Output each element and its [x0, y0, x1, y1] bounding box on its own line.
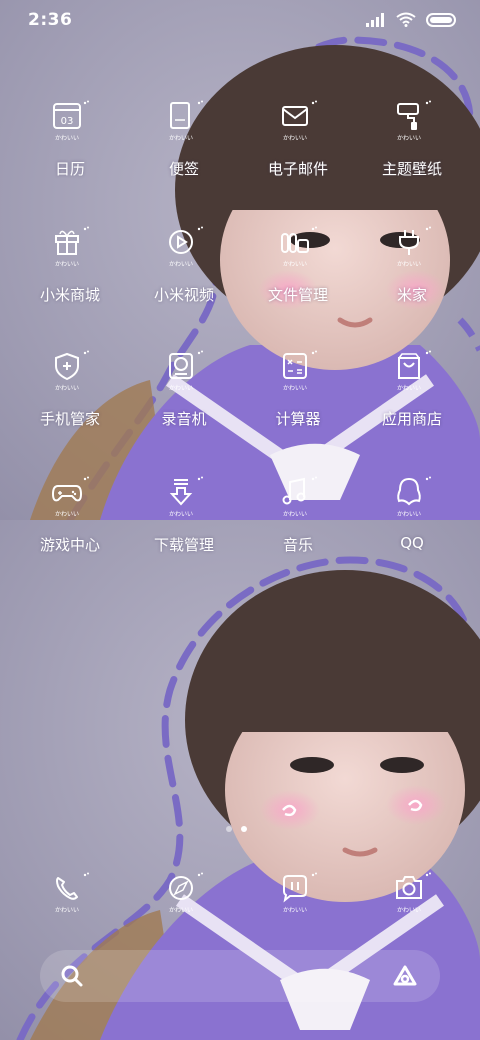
notes-icon: かわいい: [166, 100, 206, 144]
app-file-manager[interactable]: かわいい 文件管理: [238, 226, 358, 336]
app-email[interactable]: かわいい 电子邮件: [238, 100, 358, 210]
icon-badge-text: かわいい: [169, 135, 193, 142]
theme-brush-icon: かわいい: [394, 100, 434, 144]
recorder-icon: かわいい: [166, 350, 206, 394]
assistant-icon[interactable]: [392, 964, 418, 988]
app-app-store[interactable]: かわいい 应用商店: [352, 350, 472, 460]
icon-badge-text: かわいい: [55, 907, 79, 914]
icon-badge-text: かわいい: [283, 511, 307, 518]
icon-badge-text: かわいい: [169, 261, 193, 268]
icon-badge-text: かわいい: [169, 511, 193, 518]
icon-badge-text: かわいい: [397, 907, 421, 914]
app-label: 计算器: [275, 410, 321, 428]
app-theme[interactable]: かわいい 主题壁纸: [352, 100, 472, 210]
app-label: 米家: [396, 286, 427, 304]
phone-icon: かわいい: [55, 872, 89, 914]
status-time: 2:36: [28, 10, 73, 30]
calendar-date: 03: [61, 116, 74, 127]
icon-badge-text: かわいい: [397, 135, 421, 142]
camera-icon: かわいい: [396, 872, 431, 914]
icon-badge-text: かわいい: [55, 511, 79, 518]
icon-badge-text: かわいい: [283, 135, 307, 142]
icon-badge-text: かわいい: [397, 385, 421, 392]
dock-phone[interactable]: かわいい: [32, 872, 112, 932]
music-note-icon: かわいい: [280, 476, 320, 520]
dock-camera[interactable]: かわいい: [374, 872, 454, 932]
app-qq[interactable]: かわいい QQ: [352, 476, 472, 586]
shield-icon: かわいい: [52, 350, 92, 394]
video-play-icon: かわいい: [166, 226, 206, 270]
calculator-icon: かわいい: [280, 350, 320, 394]
icon-badge-text: かわいい: [55, 385, 79, 392]
compass-browser-icon: かわいい: [169, 872, 203, 914]
wifi-icon: [396, 12, 416, 27]
app-label: 音乐: [282, 536, 313, 554]
page-dot-active[interactable]: [241, 826, 247, 832]
status-icons: [366, 12, 456, 27]
app-label: 录音机: [161, 410, 207, 428]
calendar-icon: 03 かわいい: [52, 100, 92, 144]
search-bar[interactable]: [40, 950, 440, 1002]
gift-store-icon: かわいい: [52, 226, 92, 270]
app-store-bag-icon: かわいい: [394, 350, 434, 394]
icon-badge-text: かわいい: [397, 511, 421, 518]
icon-badge-text: かわいい: [55, 261, 79, 268]
app-label: 日历: [54, 160, 85, 178]
search-icon[interactable]: [60, 964, 84, 988]
app-mi-video[interactable]: かわいい 小米视频: [124, 226, 244, 336]
file-manager-icon: かわいい: [280, 226, 320, 270]
app-mi-home[interactable]: かわいい 米家: [352, 226, 472, 336]
icon-badge-text: かわいい: [397, 261, 421, 268]
app-label: 小米商城: [39, 286, 100, 304]
icon-badge-text: かわいい: [169, 385, 193, 392]
page-indicator: [226, 826, 247, 832]
app-label: 便签: [168, 160, 199, 178]
dock-messages[interactable]: かわいい: [260, 872, 340, 932]
app-label: 游戏中心: [39, 536, 100, 554]
dock-browser[interactable]: かわいい: [146, 872, 226, 932]
status-bar: 2:36: [0, 0, 480, 40]
app-security[interactable]: かわいい 手机管家: [10, 350, 130, 460]
app-label: QQ: [400, 534, 424, 552]
plug-icon: かわいい: [394, 226, 434, 270]
app-label: 电子邮件: [267, 160, 328, 178]
app-label: 下载管理: [153, 536, 214, 554]
icon-badge-text: かわいい: [169, 907, 193, 914]
app-game-center[interactable]: かわいい 游戏中心: [10, 476, 130, 586]
icon-badge-text: かわいい: [283, 261, 307, 268]
app-label: 小米视频: [153, 286, 214, 304]
app-label: 文件管理: [267, 286, 328, 304]
app-music[interactable]: かわいい 音乐: [238, 476, 358, 586]
icon-badge-text: かわいい: [55, 135, 79, 142]
qq-penguin-icon: かわいい: [394, 476, 434, 520]
gamepad-icon: かわいい: [52, 476, 92, 520]
app-mi-store[interactable]: かわいい 小米商城: [10, 226, 130, 336]
battery-icon: [426, 12, 456, 27]
app-downloads[interactable]: かわいい 下载管理: [124, 476, 244, 586]
icon-badge-text: かわいい: [283, 907, 307, 914]
page-dot[interactable]: [226, 826, 232, 832]
app-label: 主题壁纸: [381, 160, 442, 178]
app-recorder[interactable]: かわいい 录音机: [124, 350, 244, 460]
email-icon: かわいい: [280, 100, 320, 144]
app-notes[interactable]: かわいい 便签: [124, 100, 244, 210]
cellular-signal-icon: [366, 12, 384, 27]
download-icon: かわいい: [166, 476, 206, 520]
message-icon: かわいい: [283, 872, 317, 914]
app-label: 应用商店: [381, 410, 442, 428]
app-calculator[interactable]: かわいい 计算器: [238, 350, 358, 460]
app-label: 手机管家: [39, 410, 100, 428]
app-calendar[interactable]: 03 かわいい 日历: [10, 100, 130, 210]
icon-badge-text: かわいい: [283, 385, 307, 392]
